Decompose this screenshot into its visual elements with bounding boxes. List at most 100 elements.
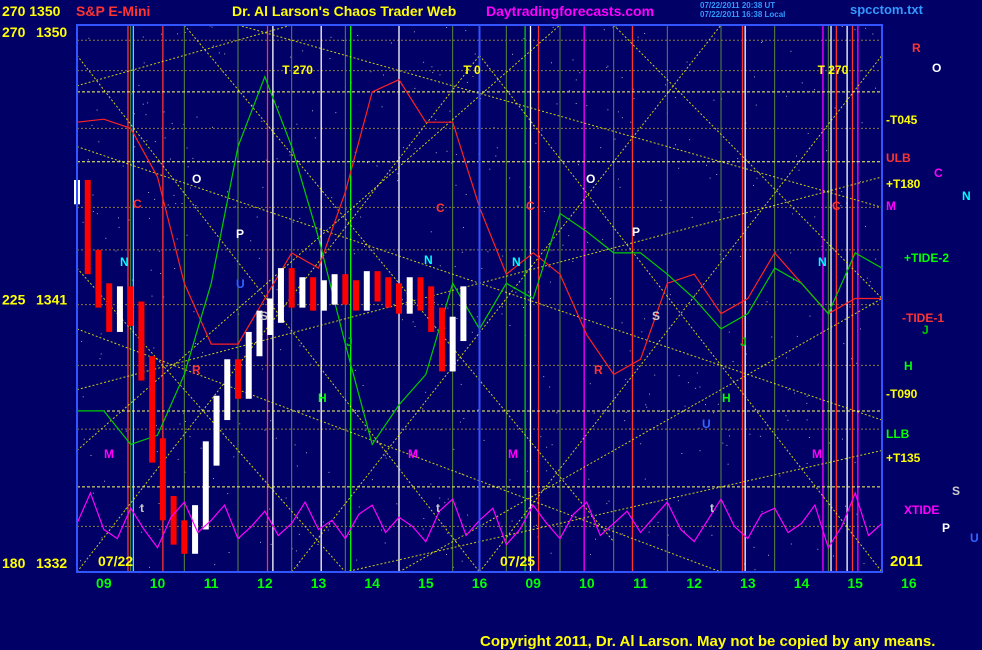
star-dot bbox=[239, 423, 241, 425]
star-dot bbox=[446, 150, 448, 152]
right-legend-label: XTIDE bbox=[904, 503, 939, 517]
star-dot bbox=[687, 382, 689, 384]
star-dot bbox=[328, 471, 330, 473]
star-dot bbox=[615, 26, 617, 28]
star-dot bbox=[430, 483, 432, 485]
price-bar bbox=[374, 271, 381, 302]
star-dot bbox=[568, 235, 570, 237]
star-dot bbox=[306, 452, 307, 454]
star-dot bbox=[195, 343, 197, 344]
star-dot bbox=[397, 173, 399, 175]
star-dot bbox=[290, 56, 292, 58]
star-dot bbox=[270, 543, 272, 545]
planet-letter: N bbox=[424, 253, 433, 267]
star-dot bbox=[364, 429, 366, 431]
star-dot bbox=[145, 114, 147, 116]
star-dot bbox=[641, 331, 643, 333]
star-dot bbox=[678, 167, 680, 169]
star-dot bbox=[854, 29, 856, 31]
star-dot bbox=[753, 184, 754, 186]
star-dot bbox=[213, 478, 214, 480]
star-dot bbox=[814, 216, 816, 218]
star-dot bbox=[431, 66, 433, 68]
star-dot bbox=[354, 369, 356, 371]
star-dot bbox=[589, 383, 591, 385]
star-dot bbox=[423, 518, 425, 519]
star-dot bbox=[787, 419, 789, 421]
star-dot bbox=[600, 147, 602, 149]
star-dot bbox=[732, 361, 734, 362]
planet-letter: C bbox=[133, 197, 142, 211]
star-dot bbox=[817, 363, 819, 365]
price-bar bbox=[116, 286, 123, 332]
planet-letter: N bbox=[512, 255, 521, 269]
star-dot bbox=[435, 119, 437, 121]
star-dot bbox=[579, 72, 581, 74]
star-dot bbox=[611, 527, 613, 529]
star-dot bbox=[587, 241, 589, 243]
site-name: Daytradingforecasts.com bbox=[486, 3, 654, 19]
star-dot bbox=[606, 66, 608, 68]
star-dot bbox=[515, 291, 517, 293]
star-dot bbox=[83, 438, 85, 440]
star-dot bbox=[100, 333, 102, 335]
star-dot bbox=[665, 84, 667, 86]
star-dot bbox=[92, 194, 94, 196]
star-dot bbox=[360, 216, 362, 218]
planet-letter: t bbox=[436, 501, 440, 515]
star-dot bbox=[501, 306, 503, 308]
star-dot bbox=[214, 564, 216, 566]
star-dot bbox=[357, 35, 359, 36]
star-dot bbox=[841, 191, 843, 193]
star-dot bbox=[794, 392, 795, 394]
y-axis-price-label: 1350 bbox=[36, 24, 67, 40]
star-dot bbox=[568, 90, 570, 92]
star-dot bbox=[256, 216, 258, 218]
star-dot bbox=[330, 36, 332, 38]
star-dot bbox=[146, 140, 148, 142]
star-dot bbox=[170, 158, 171, 160]
star-dot bbox=[625, 378, 627, 380]
star-dot bbox=[667, 534, 669, 536]
star-dot bbox=[175, 203, 177, 205]
x-axis-hour-label: 15 bbox=[847, 575, 863, 591]
star-dot bbox=[644, 478, 646, 480]
right-legend-label: O bbox=[932, 61, 941, 75]
y-axis-angle-label: 180 bbox=[2, 555, 26, 571]
star-dot bbox=[118, 226, 120, 228]
star-dot bbox=[575, 103, 577, 104]
star-dot bbox=[849, 306, 851, 308]
price-bar bbox=[149, 356, 156, 463]
star-dot bbox=[806, 419, 808, 421]
right-legend-label: J bbox=[922, 323, 929, 337]
star-dot bbox=[806, 395, 808, 397]
star-dot bbox=[790, 50, 792, 52]
star-dot bbox=[716, 174, 718, 175]
star-dot bbox=[541, 129, 543, 131]
star-dot bbox=[463, 418, 465, 419]
star-dot bbox=[790, 543, 792, 545]
star-dot bbox=[88, 37, 90, 39]
star-dot bbox=[278, 106, 279, 108]
price-bar bbox=[385, 277, 392, 308]
star-dot bbox=[706, 164, 707, 166]
star-dot bbox=[459, 421, 461, 423]
star-dot bbox=[250, 240, 252, 242]
planet-letter: M bbox=[508, 447, 518, 461]
planet-letter: U bbox=[702, 417, 711, 431]
star-dot bbox=[511, 520, 513, 522]
star-dot bbox=[101, 537, 103, 539]
star-dot bbox=[481, 267, 483, 269]
star-dot bbox=[633, 98, 635, 100]
star-dot bbox=[264, 429, 266, 431]
star-dot bbox=[446, 554, 447, 555]
star-dot bbox=[562, 244, 564, 246]
price-bar bbox=[342, 274, 349, 305]
star-dot bbox=[644, 318, 646, 320]
star-dot bbox=[624, 420, 626, 422]
star-dot bbox=[807, 132, 809, 134]
star-dot bbox=[775, 251, 777, 253]
star-dot bbox=[414, 148, 416, 149]
star-dot bbox=[329, 58, 331, 60]
star-dot bbox=[648, 531, 650, 533]
